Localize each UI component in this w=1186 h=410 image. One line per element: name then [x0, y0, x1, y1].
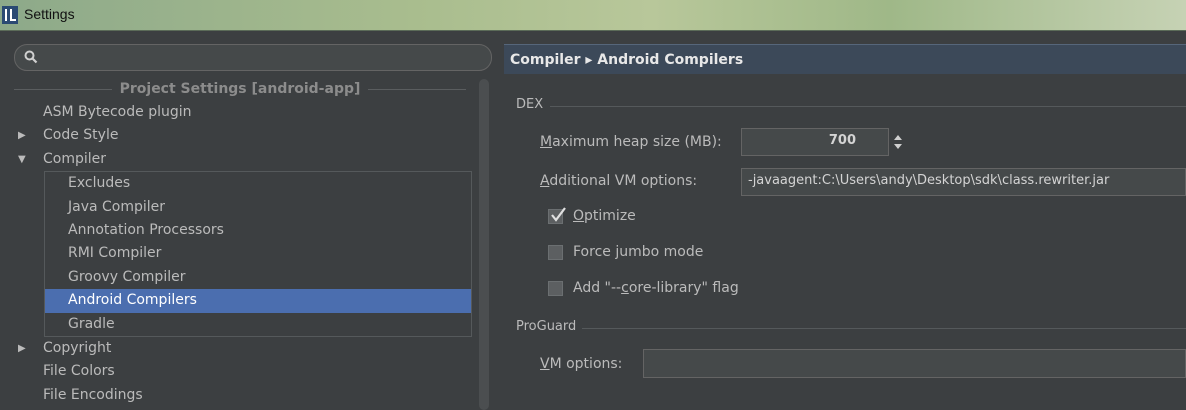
divider [368, 88, 466, 90]
checkmark-icon [551, 206, 566, 222]
settings-tree-panel: Project Settings [android-app] ASM Bytec… [0, 31, 496, 410]
proguard-group-label: ProGuard [516, 319, 577, 334]
collapse-arrow-icon[interactable]: ▼ [18, 148, 26, 171]
tree-item-label: File Encodings [43, 386, 143, 403]
spinner-down-icon[interactable] [894, 144, 902, 149]
mnemonic-char: A [540, 173, 550, 189]
proguard-vm-options-input[interactable] [643, 349, 1186, 378]
core-library-flag-row[interactable]: Add "--core-library" flag [548, 280, 739, 296]
heap-size-spinner[interactable] [888, 128, 908, 156]
tree-item-excludes[interactable]: Excludes [45, 172, 471, 195]
label-text: M options: [549, 356, 623, 372]
intellij-app-icon [2, 6, 18, 24]
tree-item-file-encodings[interactable]: File Encodings [14, 384, 476, 407]
optimize-checkbox[interactable] [548, 206, 566, 224]
tree-scrollbar[interactable] [479, 79, 489, 410]
mnemonic-char: M [540, 134, 553, 150]
tree-item-file-colors[interactable]: File Colors [14, 360, 476, 383]
tree-item-compiler[interactable]: ▼ Compiler [14, 148, 476, 171]
tree-item-label: Excludes [68, 175, 131, 192]
optimize-checkbox-row[interactable]: Optimize [548, 206, 636, 224]
settings-search-input[interactable] [14, 44, 492, 71]
expand-arrow-icon[interactable]: ▶ [18, 124, 26, 147]
tree-item-label: Code Style [43, 127, 119, 144]
expand-arrow-icon[interactable]: ▶ [18, 337, 26, 360]
tree-item-android-compilers[interactable]: Android Compilers [45, 289, 471, 313]
tree-item-code-style[interactable]: ▶ Code Style [14, 124, 476, 147]
core-library-flag-checkbox[interactable] [548, 280, 563, 296]
compiler-children-group: Excludes Java Compiler Annotation Proces… [44, 171, 472, 337]
search-icon [24, 50, 38, 64]
divider [14, 88, 112, 90]
force-jumbo-mode-checkbox[interactable] [548, 244, 563, 260]
tree-item-copyright[interactable]: ▶ Copyright [14, 337, 476, 360]
force-jumbo-mode-row[interactable]: Force jumbo mode [548, 244, 703, 260]
divider [550, 106, 1186, 107]
tree-item-label: Compiler [43, 150, 107, 167]
label-text: ptimize [584, 208, 636, 224]
breadcrumb: Compiler ▸ Android Compilers [504, 44, 1186, 74]
label-text: ore-library" flag [628, 280, 739, 296]
dex-group-label: DEX [516, 97, 544, 112]
tree-item-label: Annotation Processors [68, 221, 224, 238]
additional-vm-options-label: Additional VM options: [540, 173, 697, 189]
max-heap-size-input[interactable]: 700 [741, 128, 889, 156]
spinner-up-icon[interactable] [894, 135, 902, 140]
tree-item-java-compiler[interactable]: Java Compiler [45, 196, 471, 219]
tree-item-gradle[interactable]: Gradle [45, 313, 471, 336]
tree-item-label: File Colors [43, 363, 115, 380]
title-bar: Settings [0, 0, 1186, 31]
tree-item-annotation-processors[interactable]: Annotation Processors [45, 219, 471, 242]
divider [582, 328, 1186, 329]
tree-item-label: RMI Compiler [68, 245, 162, 262]
proguard-vm-options-label: VM options: [540, 356, 622, 372]
section-title: Project Settings [android-app] [119, 81, 361, 97]
window-title: Settings [24, 6, 75, 22]
label-text: Add "-- [573, 280, 622, 296]
additional-vm-options-input[interactable]: -javaagent:C:\Users\andy\Desktop\sdk\cla… [741, 168, 1186, 196]
settings-tree: ASM Bytecode plugin ▶ Code Style ▼ Compi… [14, 101, 476, 407]
tree-item-label: Android Compilers [68, 292, 197, 309]
mnemonic-char: V [540, 356, 550, 372]
settings-content-panel: Compiler ▸ Android Compilers DEX Maximum… [500, 31, 1186, 410]
label-text: dditional VM options: [549, 173, 698, 189]
tree-item-label: ASM Bytecode plugin [43, 104, 192, 120]
tree-item-groovy-compiler[interactable]: Groovy Compiler [45, 266, 471, 289]
mnemonic-char: c [621, 280, 629, 296]
tree-item-rmi-compiler[interactable]: RMI Compiler [45, 242, 471, 265]
tree-item-label: Groovy Compiler [68, 268, 186, 285]
max-heap-size-label: Maximum heap size (MB): [540, 134, 722, 150]
mnemonic-char: O [573, 208, 585, 224]
project-settings-header: Project Settings [android-app] [14, 79, 466, 99]
core-library-flag-label: Add "--core-library" flag [573, 280, 739, 296]
tree-item-label: Copyright [43, 339, 112, 356]
tree-item-label: Gradle [68, 315, 115, 332]
optimize-label: Optimize [573, 208, 636, 224]
tree-item-label: Java Compiler [68, 198, 166, 215]
label-text: aximum heap size (MB): [552, 134, 722, 150]
tree-item-asm-bytecode-plugin[interactable]: ASM Bytecode plugin [14, 101, 476, 124]
force-jumbo-mode-label: Force jumbo mode [573, 244, 704, 260]
